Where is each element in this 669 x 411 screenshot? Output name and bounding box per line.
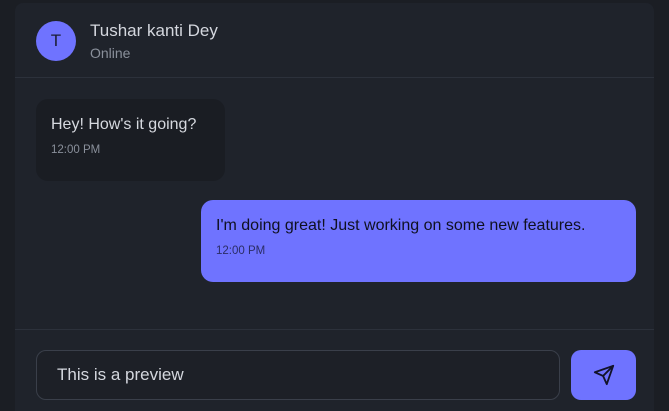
avatar: T <box>36 21 76 61</box>
message-list: Hey! How's it going? 12:00 PM I'm doing … <box>15 79 654 329</box>
paper-plane-icon <box>593 364 614 386</box>
chat-panel: T Tushar kanti Dey Online Hey! How's it … <box>15 3 654 411</box>
message-composer <box>15 329 654 411</box>
contact-name: Tushar kanti Dey <box>90 21 218 40</box>
message-time: 12:00 PM <box>216 245 266 257</box>
message-text: Hey! How's it going? <box>51 116 197 133</box>
chat-page: T Tushar kanti Dey Online Hey! How's it … <box>0 0 669 411</box>
chat-header: T Tushar kanti Dey Online <box>15 3 654 78</box>
send-button[interactable] <box>571 350 636 400</box>
contact-status: Online <box>90 45 131 61</box>
message-text: I'm doing great! Just working on some ne… <box>216 217 586 234</box>
message-input[interactable] <box>36 350 560 400</box>
message-time: 12:00 PM <box>51 144 101 156</box>
message-bubble-incoming: Hey! How's it going? 12:00 PM <box>36 99 225 181</box>
message-bubble-outgoing: I'm doing great! Just working on some ne… <box>201 200 636 282</box>
